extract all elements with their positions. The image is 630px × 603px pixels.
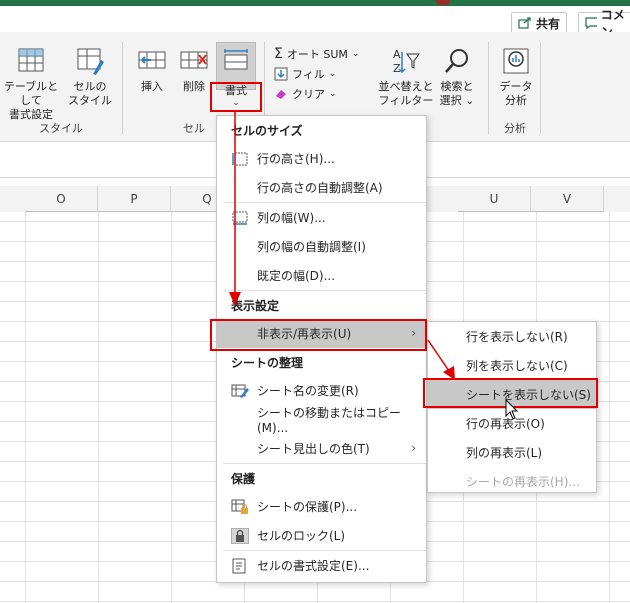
mouse-cursor-icon bbox=[505, 398, 519, 420]
arrow-line-diagonal bbox=[427, 339, 452, 375]
arrow-head-down bbox=[229, 292, 241, 306]
annotation-arrows bbox=[229, 112, 519, 420]
arrow-head-diagonal bbox=[443, 366, 455, 380]
